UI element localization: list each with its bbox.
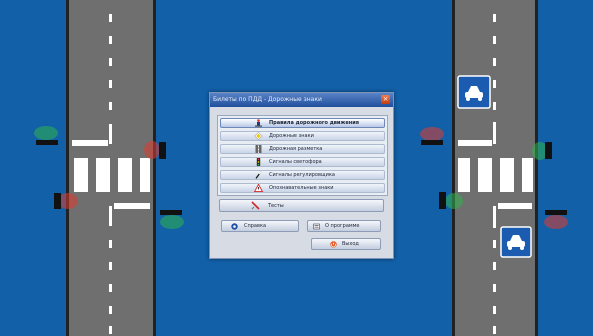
left-road-curb bbox=[66, 0, 69, 336]
menu-item-road-signs[interactable]: Дорожные знаки bbox=[220, 131, 385, 141]
traffic-signal bbox=[160, 210, 184, 229]
main-menu-dialog: Билеты по ПДД - Дорожные знаки × Правила… bbox=[209, 92, 394, 259]
traffic-police-icon bbox=[255, 119, 262, 127]
about-label: О программе bbox=[325, 223, 360, 229]
traffic-signal bbox=[420, 127, 444, 145]
right-road-curb bbox=[452, 0, 455, 336]
road-marking-icon bbox=[255, 145, 262, 153]
exit-icon bbox=[330, 241, 337, 248]
dialog-titlebar[interactable]: Билеты по ПДД - Дорожные знаки × bbox=[210, 93, 393, 107]
traffic-light-icon bbox=[256, 158, 261, 166]
traffic-signal bbox=[54, 193, 78, 209]
menu-item-traffic-lights[interactable]: Сигналы светофора bbox=[220, 157, 385, 167]
close-icon[interactable]: × bbox=[381, 95, 390, 104]
about-icon bbox=[313, 223, 320, 230]
right-road-curb bbox=[535, 0, 538, 336]
exit-button[interactable]: Выход bbox=[311, 238, 381, 250]
menu-item-label: Опознавательные знаки bbox=[269, 185, 334, 191]
menu-item-identification-signs[interactable]: Опознавательные знаки bbox=[220, 183, 385, 193]
car-sign-icon bbox=[500, 226, 532, 258]
about-button[interactable]: О программе bbox=[307, 220, 381, 232]
priority-road-sign-icon bbox=[254, 132, 263, 140]
car-sign-icon bbox=[457, 75, 491, 109]
window-title: Билеты по ПДД - Дорожные знаки bbox=[213, 96, 322, 103]
menu-list: Правила дорожного движения Дорожные знак… bbox=[217, 115, 388, 196]
menu-item-road-marking[interactable]: Дорожная разметка bbox=[220, 144, 385, 154]
menu-item-label: Сигналы регулировщика bbox=[269, 172, 335, 178]
traffic-signal bbox=[532, 142, 552, 160]
right-stop-line bbox=[498, 203, 532, 209]
baton-icon bbox=[255, 171, 262, 179]
menu-item-label: Дорожные знаки bbox=[269, 133, 314, 139]
help-icon bbox=[231, 223, 238, 230]
right-stop-line bbox=[458, 140, 492, 146]
menu-item-traffic-rules[interactable]: Правила дорожного движения bbox=[220, 118, 385, 128]
menu-item-label: Сигналы светофора bbox=[269, 159, 322, 165]
left-stop-line bbox=[72, 140, 108, 146]
left-stop-line bbox=[114, 203, 150, 209]
exit-label: Выход bbox=[342, 241, 359, 247]
tests-label: Тесты bbox=[268, 203, 284, 209]
test-icon bbox=[251, 201, 260, 210]
help-button[interactable]: Справка bbox=[221, 220, 299, 232]
traffic-signal bbox=[34, 126, 58, 145]
help-label: Справка bbox=[244, 223, 267, 229]
left-road-curb bbox=[153, 0, 156, 336]
warning-triangle-icon bbox=[254, 184, 263, 192]
menu-item-traffic-controller[interactable]: Сигналы регулировщика bbox=[220, 170, 385, 180]
traffic-signal bbox=[144, 141, 166, 159]
menu-item-label: Правила дорожного движения bbox=[269, 120, 359, 126]
traffic-signal bbox=[544, 210, 568, 229]
menu-item-label: Дорожная разметка bbox=[269, 146, 323, 152]
tests-button[interactable]: Тесты bbox=[219, 199, 384, 212]
